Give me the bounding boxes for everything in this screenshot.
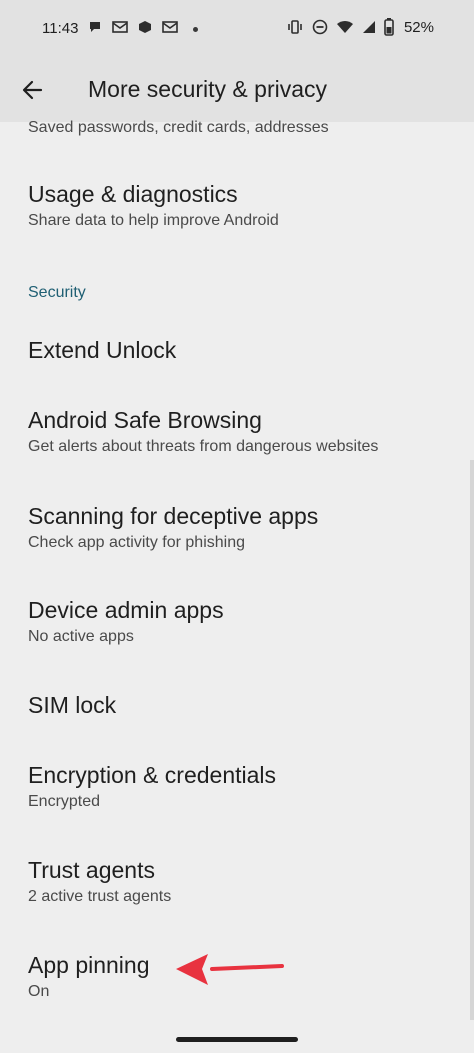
chat-bubble-icon: [90, 22, 100, 32]
trust-agents-row[interactable]: Trust agents 2 active trust agents: [28, 856, 448, 908]
deceptive-apps-row[interactable]: Scanning for deceptive apps Check app ac…: [28, 502, 448, 554]
row-subtitle: Get alerts about threats from dangerous …: [28, 438, 379, 455]
section-header-security: Security: [28, 284, 86, 301]
page-title: More security & privacy: [88, 76, 328, 102]
autofill-row-subtitle: Saved passwords, credit cards, addresses: [28, 119, 329, 136]
app-bar: More security & privacy: [0, 58, 474, 122]
vibrate-icon: [288, 20, 302, 34]
box-icon: [139, 21, 151, 33]
scrollbar[interactable]: [470, 460, 474, 1020]
row-subtitle: Share data to help improve Android: [28, 212, 279, 229]
status-time: 11:43: [42, 20, 79, 37]
row-title: Trust agents: [28, 857, 155, 883]
encryption-credentials-row[interactable]: Encryption & credentials Encrypted: [28, 761, 448, 813]
gesture-navigation-bar[interactable]: [176, 1037, 298, 1042]
outlook-icon: [112, 21, 128, 33]
row-subtitle: 2 active trust agents: [28, 888, 172, 905]
device-admin-apps-row[interactable]: Device admin apps No active apps: [28, 596, 448, 648]
row-title: Extend Unlock: [28, 337, 177, 363]
red-arrow-icon: [176, 954, 284, 985]
status-bar: 11:43 52%: [0, 0, 474, 58]
row-title: Scanning for deceptive apps: [28, 503, 319, 529]
arrow-left-icon: [22, 80, 43, 100]
sim-lock-row[interactable]: SIM lock: [28, 691, 448, 719]
battery-percentage: 52%: [403, 18, 434, 36]
back-button[interactable]: [14, 72, 50, 108]
battery-icon: [384, 18, 394, 36]
wifi-icon: [336, 21, 353, 33]
outlook-icon: [162, 21, 178, 33]
row-title: Device admin apps: [28, 597, 224, 623]
system-icons: 52%: [286, 18, 434, 36]
cellular-signal-icon: [362, 21, 375, 33]
more-notifications-dot: [193, 27, 198, 32]
row-title: Usage & diagnostics: [28, 181, 238, 207]
safe-browsing-row[interactable]: Android Safe Browsing Get alerts about t…: [28, 406, 448, 458]
row-title: Android Safe Browsing: [28, 407, 262, 433]
row-title: Encryption & credentials: [28, 762, 277, 788]
do-not-disturb-icon: [312, 19, 328, 35]
notification-icons: [88, 20, 178, 34]
row-subtitle: Encrypted: [28, 793, 101, 810]
usage-diagnostics-row[interactable]: Usage & diagnostics Share data to help i…: [28, 180, 448, 232]
extend-unlock-row[interactable]: Extend Unlock: [28, 336, 448, 364]
row-subtitle: Check app activity for phishing: [28, 534, 245, 551]
row-title: SIM lock: [28, 692, 117, 718]
row-subtitle: No active apps: [28, 628, 134, 645]
